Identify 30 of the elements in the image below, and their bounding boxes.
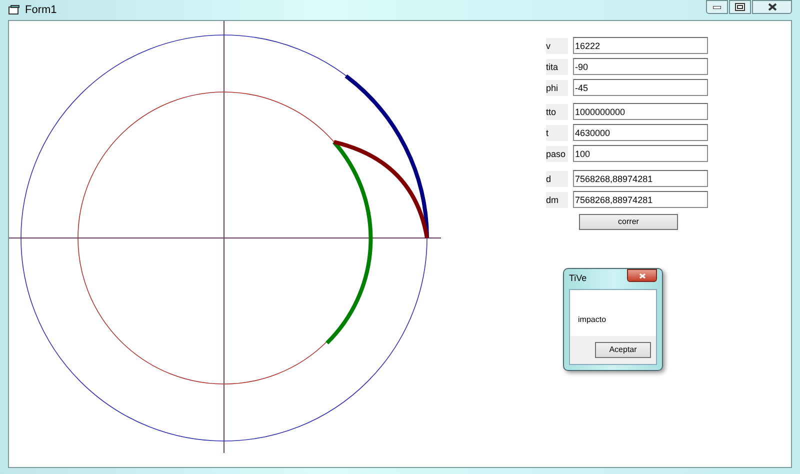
dialog-title: TiVe	[569, 272, 587, 286]
field-label: dm	[546, 192, 568, 208]
input-field[interactable]: 4630000	[573, 124, 708, 141]
field-label: tita	[546, 58, 568, 74]
input-field[interactable]: -90	[573, 58, 708, 75]
dialog-message: impacto	[578, 315, 606, 324]
restore-icon	[735, 3, 745, 11]
input-field[interactable]: 100	[573, 145, 708, 162]
input-field[interactable]: 7568268,88974281	[573, 191, 708, 208]
field-label: paso	[546, 146, 568, 162]
dialog-close-button[interactable]	[627, 269, 657, 282]
accept-button[interactable]: Aceptar	[595, 342, 651, 358]
close-icon	[768, 3, 776, 11]
maximize-button[interactable]	[729, 0, 751, 14]
minimize-icon	[713, 6, 721, 8]
close-button[interactable]	[752, 0, 792, 14]
input-field[interactable]: 1000000000	[573, 103, 708, 120]
run-button[interactable]: correr	[579, 214, 678, 230]
input-field[interactable]: -45	[573, 79, 708, 96]
window-title: Form1	[25, 2, 57, 18]
field-label: tto	[546, 104, 568, 120]
field-label: v	[546, 38, 568, 54]
field-label: t	[546, 124, 568, 140]
input-field[interactable]: 16222	[573, 37, 708, 54]
close-icon	[638, 272, 646, 278]
field-label: phi	[546, 80, 568, 96]
field-label: d	[546, 170, 568, 186]
window-icon	[8, 4, 20, 16]
input-field[interactable]: 7568268,88974281	[573, 170, 708, 187]
minimize-button[interactable]	[706, 0, 728, 14]
